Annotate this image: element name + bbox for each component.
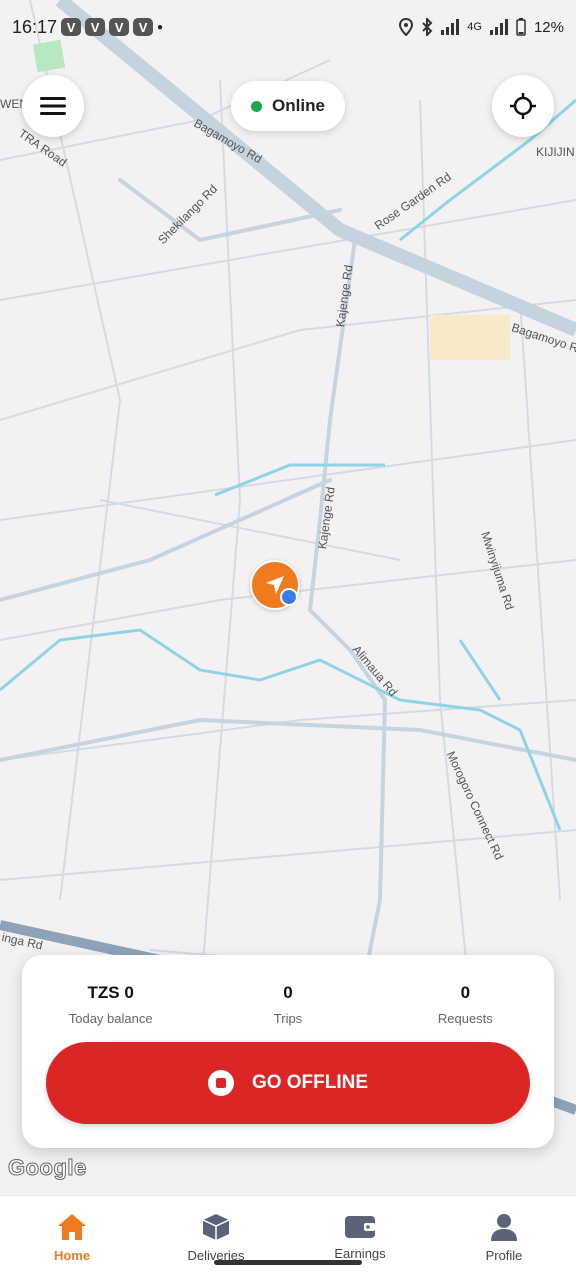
stat-requests: 0 Requests: [377, 983, 554, 1026]
go-offline-button[interactable]: GO OFFLINE: [46, 1042, 530, 1124]
notification-icon: V: [109, 18, 130, 36]
battery-level: 12%: [533, 18, 564, 36]
requests-label: Requests: [437, 1011, 493, 1026]
home-indicator: [214, 1260, 362, 1265]
stats-row: TZS 0 Today balance 0 Trips 0 Requests: [22, 983, 554, 1026]
stat-balance: TZS 0 Today balance: [22, 983, 199, 1026]
nav-profile[interactable]: Profile: [432, 1196, 576, 1281]
notification-icon: V: [61, 18, 82, 36]
nav-home[interactable]: Home: [0, 1196, 144, 1281]
summary-card: TZS 0 Today balance 0 Trips 0 Requests G…: [22, 955, 554, 1148]
google-attribution: Google: [8, 1155, 87, 1181]
location-icon: [399, 18, 414, 36]
trips-value: 0: [283, 983, 293, 1002]
online-dot: [251, 100, 263, 112]
go-offline-label: GO OFFLINE: [251, 1072, 369, 1093]
online-status-pill: Online: [231, 81, 345, 131]
bottom-navigation: Home Deliveries Earnings Profile: [0, 1195, 576, 1281]
signal-icon: [489, 19, 508, 35]
status-bar: 16:17 V V V V ● 4G 12%: [0, 0, 576, 54]
network-type: 4G: [467, 21, 482, 33]
wallet-icon: [345, 1216, 375, 1238]
bluetooth-icon: [422, 18, 433, 36]
nav-home-label: Home: [53, 1248, 91, 1263]
requests-value: 0: [460, 983, 471, 1002]
nav-earnings-label: Earnings: [334, 1246, 386, 1261]
stat-trips: 0 Trips: [199, 983, 376, 1026]
more-notifications-icon: ●: [157, 21, 164, 33]
nav-earnings[interactable]: Earnings: [288, 1196, 432, 1281]
person-icon: [491, 1214, 517, 1241]
online-status-label: Online: [272, 96, 325, 115]
status-time: 16:17: [12, 16, 58, 37]
gps-location-dot: [280, 588, 298, 606]
home-icon: [58, 1214, 86, 1240]
crosshair-icon: [510, 93, 536, 119]
battery-icon: [516, 18, 526, 36]
hamburger-menu-icon: [40, 97, 66, 115]
box-icon: [202, 1214, 230, 1240]
road-label: KIJIJIN: [536, 145, 575, 159]
notification-icon: V: [85, 18, 106, 36]
locate-me-button[interactable]: [492, 75, 554, 137]
notification-icon: V: [133, 18, 154, 36]
signal-icon: [441, 19, 460, 35]
nav-deliveries[interactable]: Deliveries: [144, 1196, 288, 1281]
balance-value: TZS 0: [87, 983, 134, 1002]
stop-icon: [207, 1070, 234, 1096]
trips-label: Trips: [273, 1011, 303, 1026]
nav-profile-label: Profile: [485, 1248, 523, 1263]
balance-label: Today balance: [68, 1011, 153, 1026]
menu-button[interactable]: [22, 75, 84, 137]
